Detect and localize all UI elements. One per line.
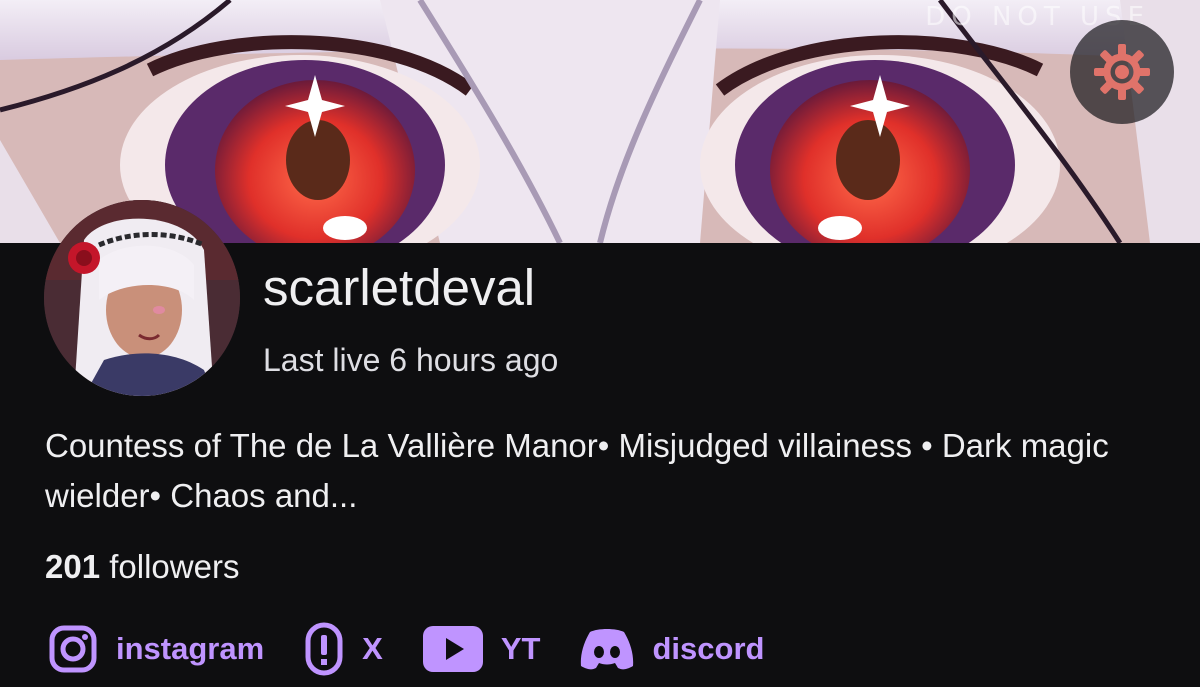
social-links: instagram X YT discord	[48, 622, 804, 676]
social-link-label: X	[362, 631, 383, 666]
channel-name: scarletdeval	[263, 259, 536, 316]
social-link-x[interactable]: X	[304, 621, 383, 677]
youtube-icon	[422, 626, 483, 672]
banner-artwork	[0, 0, 1200, 243]
last-live-status: Last live 6 hours ago	[263, 342, 559, 378]
avatar-image	[44, 200, 240, 396]
followers-number: 201	[45, 548, 101, 585]
x-icon	[305, 622, 343, 676]
discord-icon	[581, 629, 634, 670]
gear-icon	[1094, 44, 1150, 100]
instagram-icon	[49, 625, 97, 673]
social-link-youtube[interactable]: YT	[422, 626, 541, 672]
social-link-instagram[interactable]: instagram	[48, 624, 264, 674]
social-link-label: instagram	[116, 631, 265, 666]
social-link-discord[interactable]: discord	[580, 628, 764, 670]
social-link-label: discord	[652, 631, 765, 666]
social-link-label: YT	[500, 631, 541, 666]
channel-banner: DO NOT USE	[0, 0, 1200, 243]
followers-label: followers	[109, 548, 240, 585]
followers-count: 201 followers	[45, 548, 240, 585]
channel-bio[interactable]: Countess of The de La Vallière Manor• Mi…	[45, 421, 1165, 521]
settings-button[interactable]	[1070, 20, 1174, 124]
avatar[interactable]	[44, 200, 240, 396]
